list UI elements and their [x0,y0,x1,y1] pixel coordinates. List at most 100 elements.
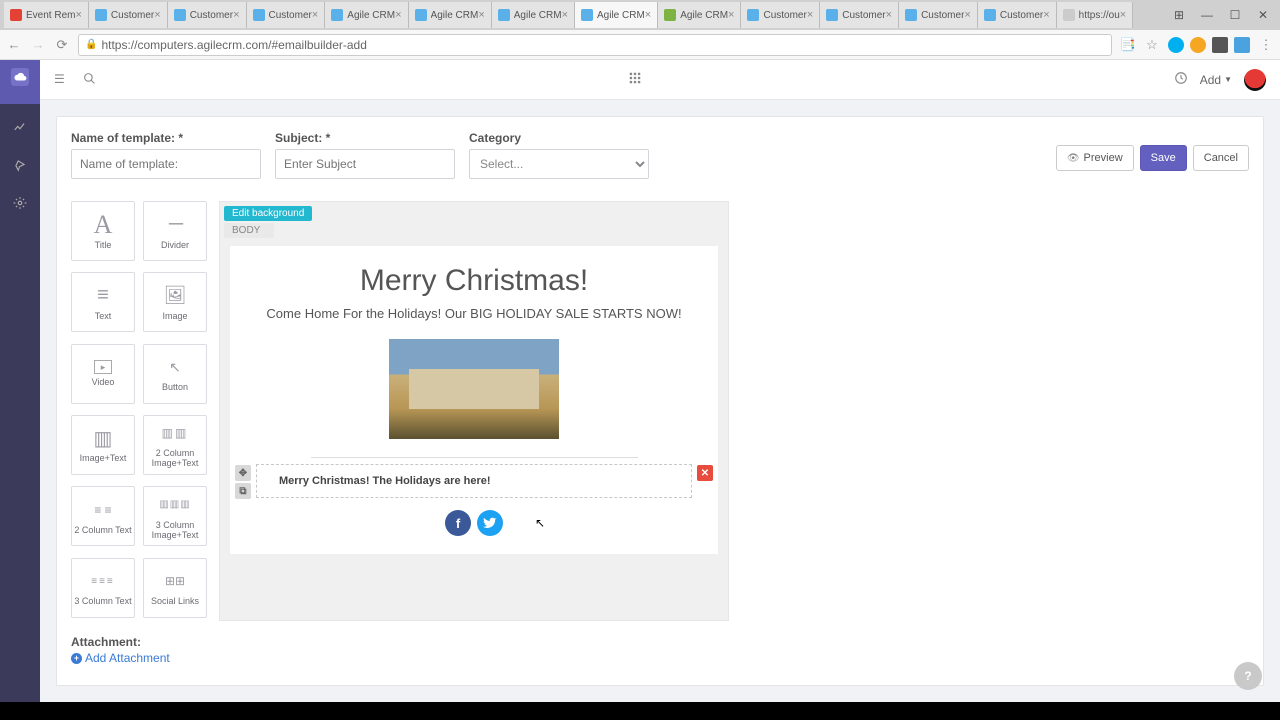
tab-label: Customer [763,10,806,21]
clock-icon[interactable] [1174,71,1188,88]
palette-block[interactable]: ⊞⊞Social Links [143,558,207,618]
tab-favicon [984,9,996,21]
tab-close-icon[interactable]: × [964,9,970,21]
template-name-input[interactable] [71,149,261,179]
rail-settings-icon[interactable] [11,194,29,212]
tab-label: Customer [111,10,154,21]
url-input[interactable]: 🔒 https://computers.agilecrm.com/#emailb… [78,34,1112,56]
ext-icon-4[interactable] [1234,37,1250,53]
apps-grid-icon[interactable] [628,74,642,88]
forward-button[interactable]: → [30,37,46,53]
subject-input[interactable] [275,149,455,179]
rail-campaigns-icon[interactable] [11,156,29,174]
palette-block[interactable]: ↖Button [143,344,207,404]
email-title[interactable]: Merry Christmas! [360,264,588,298]
maximize-button[interactable]: ☐ [1222,5,1248,25]
browser-tab[interactable]: Customer× [899,2,978,28]
tab-favicon [905,9,917,21]
move-handle-icon[interactable]: ✥ [235,465,251,481]
tab-close-icon[interactable]: × [728,9,734,21]
browser-tab[interactable]: Agile CRM× [492,2,575,28]
tab-close-icon[interactable]: × [1043,9,1049,21]
browser-tab[interactable]: Customer× [168,2,247,28]
panel-toggle-icon[interactable]: ⊞ [1166,5,1192,25]
palette-block[interactable]: ▸Video [71,344,135,404]
tab-close-icon[interactable]: × [154,9,160,21]
copy-handle-icon[interactable]: ⧉ [235,483,251,499]
palette-block[interactable]: 🖼Image [143,272,207,332]
block-icon: ▥ [94,426,113,450]
social-links-block[interactable]: f [445,510,503,536]
reload-button[interactable]: ⟳ [54,37,70,53]
form-actions: Preview Save Cancel [1056,131,1249,171]
star-icon[interactable]: ☆ [1144,37,1160,53]
palette-block[interactable]: ATitle [71,201,135,261]
menu-icon[interactable]: ⋮ [1258,37,1274,53]
browser-tab[interactable]: Customer× [820,2,899,28]
sidebar-toggle-icon[interactable]: ☰ [54,72,65,88]
browser-tab[interactable]: Customer× [741,2,820,28]
palette-block[interactable]: ─Divider [143,201,207,261]
help-fab-icon[interactable]: ? [1234,662,1262,690]
browser-tab[interactable]: Customer× [89,2,168,28]
tab-close-icon[interactable]: × [233,9,239,21]
rail-logo-icon[interactable] [11,68,29,86]
email-canvas[interactable]: Merry Christmas! Come Home For the Holid… [230,246,718,554]
back-button[interactable]: ← [6,37,22,53]
tab-favicon [664,9,676,21]
email-divider[interactable] [311,457,638,458]
browser-tab[interactable]: Agile CRM× [575,2,658,28]
tab-close-icon[interactable]: × [562,9,568,21]
browser-tab[interactable]: Customer× [978,2,1057,28]
body-tab[interactable]: BODY [224,223,274,238]
bookmark-icon[interactable]: 📑 [1120,37,1136,53]
facebook-icon[interactable]: f [445,510,471,536]
tab-label: https://ou [1079,10,1120,21]
block-icon: ≡ [97,284,109,308]
tab-close-icon[interactable]: × [478,9,484,21]
block-icon: ▥▥ [162,421,189,445]
edit-background-tab[interactable]: Edit background [224,206,312,221]
palette-block[interactable]: ≡≡≡3 Column Text [71,558,135,618]
tab-close-icon[interactable]: × [312,9,318,21]
search-icon[interactable] [83,72,96,88]
tab-favicon [95,9,107,21]
ext-icon-2[interactable] [1190,37,1206,53]
email-image[interactable] [389,339,559,439]
minimize-button[interactable]: — [1194,5,1220,25]
browser-tab[interactable]: https://ou× [1057,2,1134,28]
browser-tab[interactable]: Agile CRM× [325,2,408,28]
rail-analytics-icon[interactable] [11,118,29,136]
palette-block[interactable]: ≡ ≡2 Column Text [71,486,135,546]
palette-block[interactable]: ▥▥▥3 Column Image+Text [143,486,207,546]
email-text-block[interactable]: ✥ ⧉ Merry Christmas! The Holidays are he… [256,464,692,498]
category-select[interactable]: Select... [469,149,649,179]
ext-icon-3[interactable] [1212,37,1228,53]
cancel-button[interactable]: Cancel [1193,145,1249,171]
add-button[interactable]: Add ▼ [1200,73,1232,87]
skype-ext-icon[interactable] [1168,37,1184,53]
palette-block[interactable]: ▥▥2 Column Image+Text [143,415,207,475]
avatar[interactable] [1244,69,1266,91]
tab-close-icon[interactable]: × [1120,9,1126,21]
palette-block[interactable]: ≡Text [71,272,135,332]
content: Name of template: * Subject: * Category … [40,100,1280,702]
browser-tab[interactable]: Agile CRM× [658,2,741,28]
palette-block[interactable]: ▥Image+Text [71,415,135,475]
browser-tab[interactable]: Customer× [247,2,326,28]
save-button[interactable]: Save [1140,145,1187,171]
block-icon: A [94,213,113,237]
preview-button[interactable]: Preview [1056,145,1134,171]
browser-tab[interactable]: Event Rem× [4,2,89,28]
email-subtitle[interactable]: Come Home For the Holidays! Our BIG HOLI… [266,306,681,321]
tab-close-icon[interactable]: × [395,9,401,21]
delete-block-icon[interactable]: ✕ [697,465,713,481]
tab-close-icon[interactable]: × [75,9,81,21]
twitter-icon[interactable] [477,510,503,536]
tab-close-icon[interactable]: × [645,9,651,21]
tab-close-icon[interactable]: × [886,9,892,21]
close-window-button[interactable]: ✕ [1250,5,1276,25]
tab-close-icon[interactable]: × [807,9,813,21]
add-attachment-link[interactable]: Add Attachment [71,651,170,665]
browser-tab[interactable]: Agile CRM× [409,2,492,28]
